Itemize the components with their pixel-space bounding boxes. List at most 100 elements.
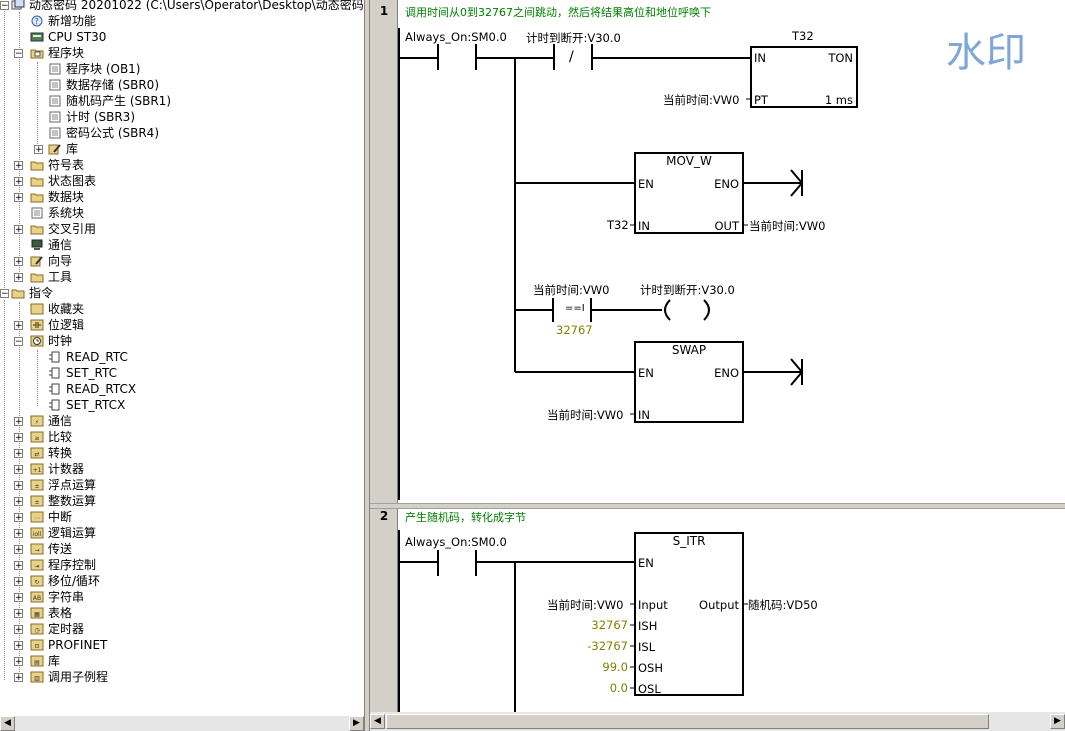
s-itr-isl-value[interactable]: -32767 (587, 639, 628, 653)
compare-value[interactable]: 32767 (556, 323, 593, 337)
svg-text:±: ± (34, 499, 39, 506)
expand-icon[interactable]: + (14, 449, 23, 459)
tree-instr-table[interactable]: + ▦ 表格 (14, 605, 72, 621)
wand-icon (30, 256, 43, 267)
tree-item-symbol-table[interactable]: + 符号表 (14, 157, 84, 173)
tree-instr-shift-rotate[interactable]: + ↻ 移位/循环 (14, 573, 100, 589)
tree-instr-bit-logic[interactable]: + 位逻辑 (14, 317, 84, 333)
profinet-icon: ⊡ (30, 639, 44, 651)
timer-pt-operand[interactable]: 当前时间:VW0 (663, 92, 739, 108)
tree-item-new-features[interactable]: ? 新增功能 (30, 13, 96, 29)
float-math-icon: ± (30, 479, 44, 491)
tree-instr-set-rtc[interactable]: SET_RTC (48, 365, 117, 381)
tree-item-system-block[interactable]: 系统块 (30, 205, 84, 221)
tree-item-library[interactable]: + 库 (34, 141, 78, 157)
expand-icon[interactable]: + (14, 529, 23, 539)
clock-icon (30, 335, 44, 347)
editor-horizontal-scrollbar[interactable]: ◀ ▶ (370, 712, 1065, 731)
table-icon: ▦ (30, 607, 44, 619)
compare-operand[interactable]: 当前时间:VW0 (533, 282, 609, 298)
contact-timer-off[interactable]: 计时到断开:V30.0 (526, 30, 621, 46)
tree-instr-read-rtcx[interactable]: READ_RTCX (48, 381, 136, 397)
scroll-left-icon[interactable]: ◀ (370, 714, 385, 729)
expand-icon[interactable]: + (14, 497, 23, 507)
coil-timer-off[interactable]: 计时到断开:V30.0 (640, 282, 735, 298)
svg-text:±: ± (34, 483, 39, 490)
scroll-right-icon[interactable]: ▶ (349, 716, 364, 731)
tree-instr-compare[interactable]: + ≥ 比较 (14, 429, 72, 445)
tree-item-wizard[interactable]: + 向导 (14, 253, 72, 269)
scroll-right-icon[interactable]: ▶ (1050, 714, 1065, 729)
scroll-left-icon[interactable]: ◀ (0, 716, 15, 731)
tree-instr-timers[interactable]: + ◷ 定时器 (14, 621, 84, 637)
tree-instr-favorites[interactable]: 收藏夹 (30, 301, 84, 317)
program-block-icon (49, 95, 61, 107)
tree-instr-integer-math[interactable]: + ± 整数运算 (14, 493, 96, 509)
tree-item-data-block[interactable]: + 数据块 (14, 189, 84, 205)
tree-instr-logic-ops[interactable]: + ioll 逻辑运算 (14, 525, 96, 541)
tree-instr-float-math[interactable]: + ± 浮点运算 (14, 477, 96, 493)
tree-instr-counters[interactable]: + +1 计数器 (14, 461, 84, 477)
s-itr-ish-value[interactable]: 32767 (591, 618, 628, 632)
expand-icon[interactable]: + (14, 513, 23, 523)
tree-instr-call-subroutines[interactable]: + ▥ 调用子例程 (14, 669, 108, 685)
expand-icon[interactable]: + (14, 657, 23, 667)
tree-item-sbr1[interactable]: 随机码产生 (SBR1) (48, 93, 171, 109)
swap-in-operand[interactable]: 当前时间:VW0 (547, 407, 623, 423)
mov-in-operand[interactable]: T32 (607, 218, 629, 232)
tree-instr-string[interactable]: + AB 字符串 (14, 589, 84, 605)
tree-item-sbr4[interactable]: 密码公式 (SBR4) (48, 125, 159, 141)
expand-icon[interactable]: + (14, 545, 23, 555)
swap-box[interactable]: SWAP EN ENO IN (634, 341, 744, 423)
ton-timer-box[interactable]: IN TON PT 1 ms (750, 46, 858, 108)
timer-name[interactable]: T32 (792, 29, 814, 43)
tree-item-tools[interactable]: + 工具 (14, 269, 72, 285)
tree-item-ob1[interactable]: 程序块 (OB1) (48, 61, 141, 77)
tree-instr-interrupt[interactable]: + ⋯ 中断 (14, 509, 72, 525)
integer-math-icon: ± (30, 495, 44, 507)
tree-instr-comm[interactable]: + ⚡ 通信 (14, 413, 72, 429)
svg-text:→: → (34, 547, 39, 554)
tree-item-communication[interactable]: 通信 (30, 237, 72, 253)
expand-icon[interactable]: + (14, 561, 23, 571)
contact-always-on[interactable]: Always_On:SM0.0 (405, 30, 507, 44)
cpu-icon (30, 32, 44, 42)
s-itr-osh-value[interactable]: 99.0 (602, 660, 628, 674)
contact-always-on-2[interactable]: Always_On:SM0.0 (405, 535, 507, 549)
expand-icon[interactable]: + (14, 625, 23, 635)
expand-icon[interactable]: + (14, 577, 23, 587)
tree-instr-convert[interactable]: + ⇄ 转换 (14, 445, 72, 461)
mov-w-box[interactable]: MOV_W EN ENO IN OUT (634, 152, 744, 234)
expand-icon[interactable]: + (14, 433, 23, 443)
tree-item-sbr0[interactable]: 数据存储 (SBR0) (48, 77, 159, 93)
tree-item-status-chart[interactable]: + 状态图表 (14, 173, 96, 189)
s-itr-box[interactable]: S_ITR EN Input Output ISH ISL OSH OSL (634, 532, 744, 696)
expand-icon[interactable]: + (14, 641, 23, 651)
s-itr-output-operand[interactable]: 随机码:VD50 (748, 597, 818, 613)
s-itr-osl-value[interactable]: 0.0 (610, 681, 628, 695)
tree-item-program-block[interactable]: − 程序块 (14, 45, 84, 61)
project-icon (11, 0, 25, 10)
mov-out-operand[interactable]: 当前时间:VW0 (749, 218, 825, 234)
svg-text:↻: ↻ (34, 579, 39, 586)
tree-instr-clock[interactable]: − 时钟 (14, 333, 72, 349)
tree-instr-libraries[interactable]: + ▤ 库 (14, 653, 60, 669)
tree-item-cpu[interactable]: CPU ST30 (30, 29, 106, 45)
tree-horizontal-scrollbar[interactable]: ◀ ▶ (0, 716, 364, 731)
tree-instr-set-rtcx[interactable]: SET_RTCX (48, 397, 125, 413)
tree-instr-program-control[interactable]: + ⇥ 程序控制 (14, 557, 96, 573)
tree-instr-read-rtc[interactable]: READ_RTC (48, 349, 128, 365)
expand-icon[interactable]: + (14, 481, 23, 491)
tree-instr-move[interactable]: + → 传送 (14, 541, 72, 557)
tree-item-sbr3[interactable]: 计时 (SBR3) (48, 109, 135, 125)
tree-instr-profinet[interactable]: + ⊡ PROFINET (14, 637, 107, 653)
tree-item-cross-reference[interactable]: + 交叉引用 (14, 221, 96, 237)
expand-icon[interactable]: + (14, 673, 23, 683)
expand-icon[interactable]: + (14, 609, 23, 619)
expand-icon[interactable]: + (14, 417, 23, 427)
s-itr-input-operand[interactable]: 当前时间:VW0 (547, 597, 623, 613)
expand-icon[interactable]: + (14, 465, 23, 475)
svg-text:▦: ▦ (34, 611, 40, 618)
editor-scroll-thumb[interactable] (386, 714, 989, 729)
expand-icon[interactable]: + (14, 593, 23, 603)
